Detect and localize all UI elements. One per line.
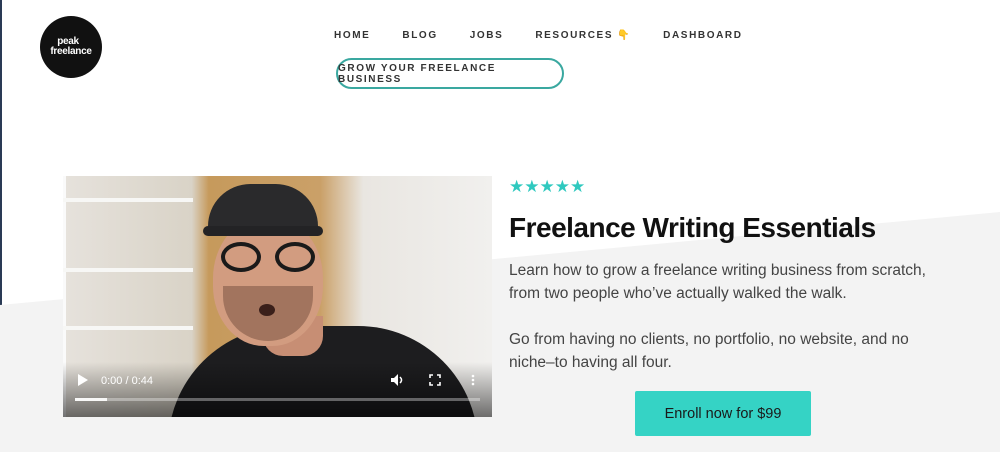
main-nav: HOME BLOG JOBS RESOURCES 👇 DASHBOARD [334,30,775,41]
video-time: 0:00 / 0:44 [101,375,153,387]
shelf [63,198,193,202]
course-video-player[interactable]: 0:00 / 0:44 [63,176,492,417]
course-description-1: Learn how to grow a freelance writing bu… [509,262,926,302]
volume-icon[interactable] [389,373,407,387]
nav-resources-label: RESOURCES [535,30,614,41]
nav-jobs[interactable]: JOBS [470,30,504,41]
video-person-mouth [259,304,275,316]
star-icon: ★ [539,177,555,196]
nav-home[interactable]: HOME [334,30,370,41]
video-person-glasses [221,242,317,272]
star-icon: ★ [554,177,570,196]
video-person-cap-brim [203,226,323,236]
logo-text-line2: freelance [50,46,92,57]
course-description-2: Go from having no clients, no portfolio,… [509,331,909,371]
site-logo[interactable]: peak freelance [40,16,102,78]
nav-resources[interactable]: RESOURCES 👇 [535,30,631,41]
more-options-icon[interactable] [465,373,481,387]
shelf [63,268,193,272]
star-icon: ★ [570,177,586,196]
nav-blog[interactable]: BLOG [402,30,437,41]
video-progress-bar[interactable] [75,398,480,401]
fullscreen-icon[interactable] [427,373,443,387]
rating-stars: ★ ★ ★ ★ ★ [509,178,585,195]
video-controls: 0:00 / 0:44 [63,362,492,417]
hand-pointing-down-icon: 👇 [617,30,632,41]
grow-business-button[interactable]: GROW YOUR FREELANCE BUSINESS [336,58,564,89]
course-title: Freelance Writing Essentials [509,212,876,243]
shelf [63,326,193,330]
video-progress-fill [75,398,108,401]
star-icon: ★ [524,177,540,196]
play-icon[interactable] [75,373,91,387]
nav-dashboard[interactable]: DASHBOARD [663,30,742,41]
star-icon: ★ [509,177,525,196]
enroll-button[interactable]: Enroll now for $99 [635,391,811,436]
